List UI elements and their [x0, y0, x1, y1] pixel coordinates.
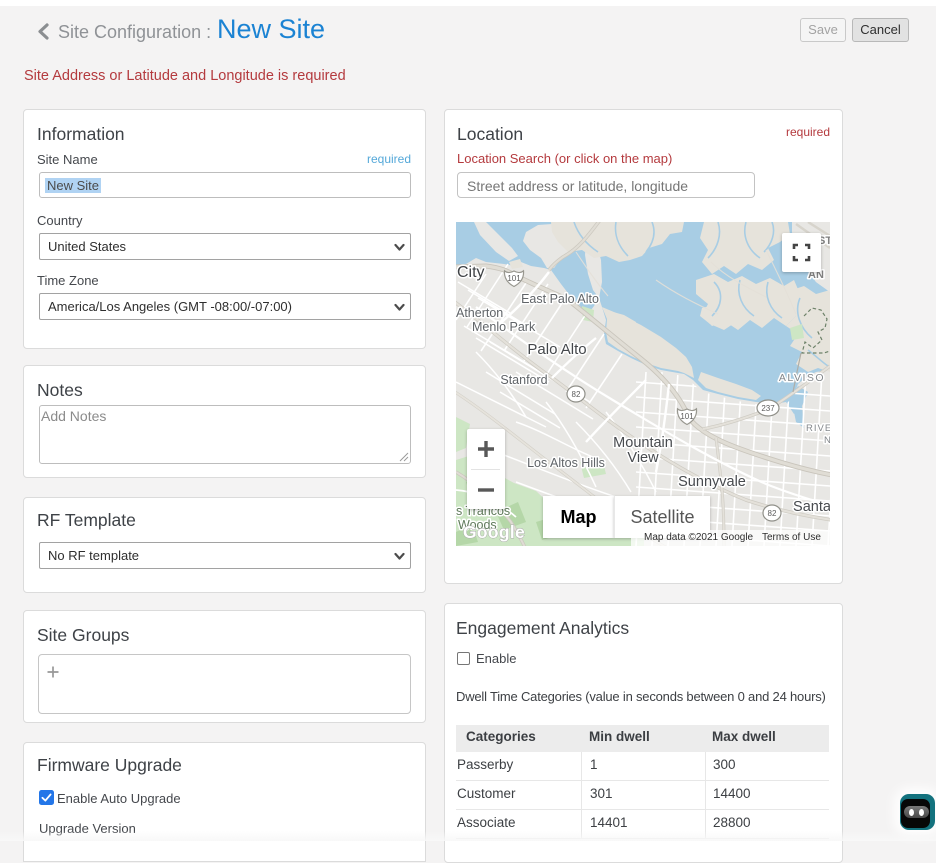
svg-text:East Palo Alto: East Palo Alto [521, 292, 599, 306]
svg-text:82: 82 [768, 509, 777, 518]
svg-text:Atherton: Atherton [456, 306, 503, 320]
svg-text:237: 237 [761, 404, 775, 413]
svg-text:101: 101 [680, 412, 694, 421]
svg-text:Mountain: Mountain [613, 435, 673, 451]
svg-text:N: N [824, 435, 830, 446]
svg-text:Los Altos Hills: Los Altos Hills [527, 456, 605, 470]
svg-text:RIVE: RIVE [806, 423, 830, 434]
svg-text:Google: Google [463, 522, 525, 542]
svg-text:Sunnyvale: Sunnyvale [678, 474, 746, 490]
svg-text:Santa: Santa [793, 499, 830, 515]
svg-text:City: City [457, 264, 485, 281]
svg-text:View: View [627, 450, 659, 466]
svg-text:Palo Alto: Palo Alto [527, 341, 586, 358]
svg-text:ALVISO: ALVISO [779, 372, 825, 384]
svg-text:Menlo Park: Menlo Park [472, 320, 536, 334]
svg-text:Stanford: Stanford [500, 373, 547, 387]
svg-text:101: 101 [507, 274, 521, 283]
svg-text:82: 82 [572, 390, 581, 399]
